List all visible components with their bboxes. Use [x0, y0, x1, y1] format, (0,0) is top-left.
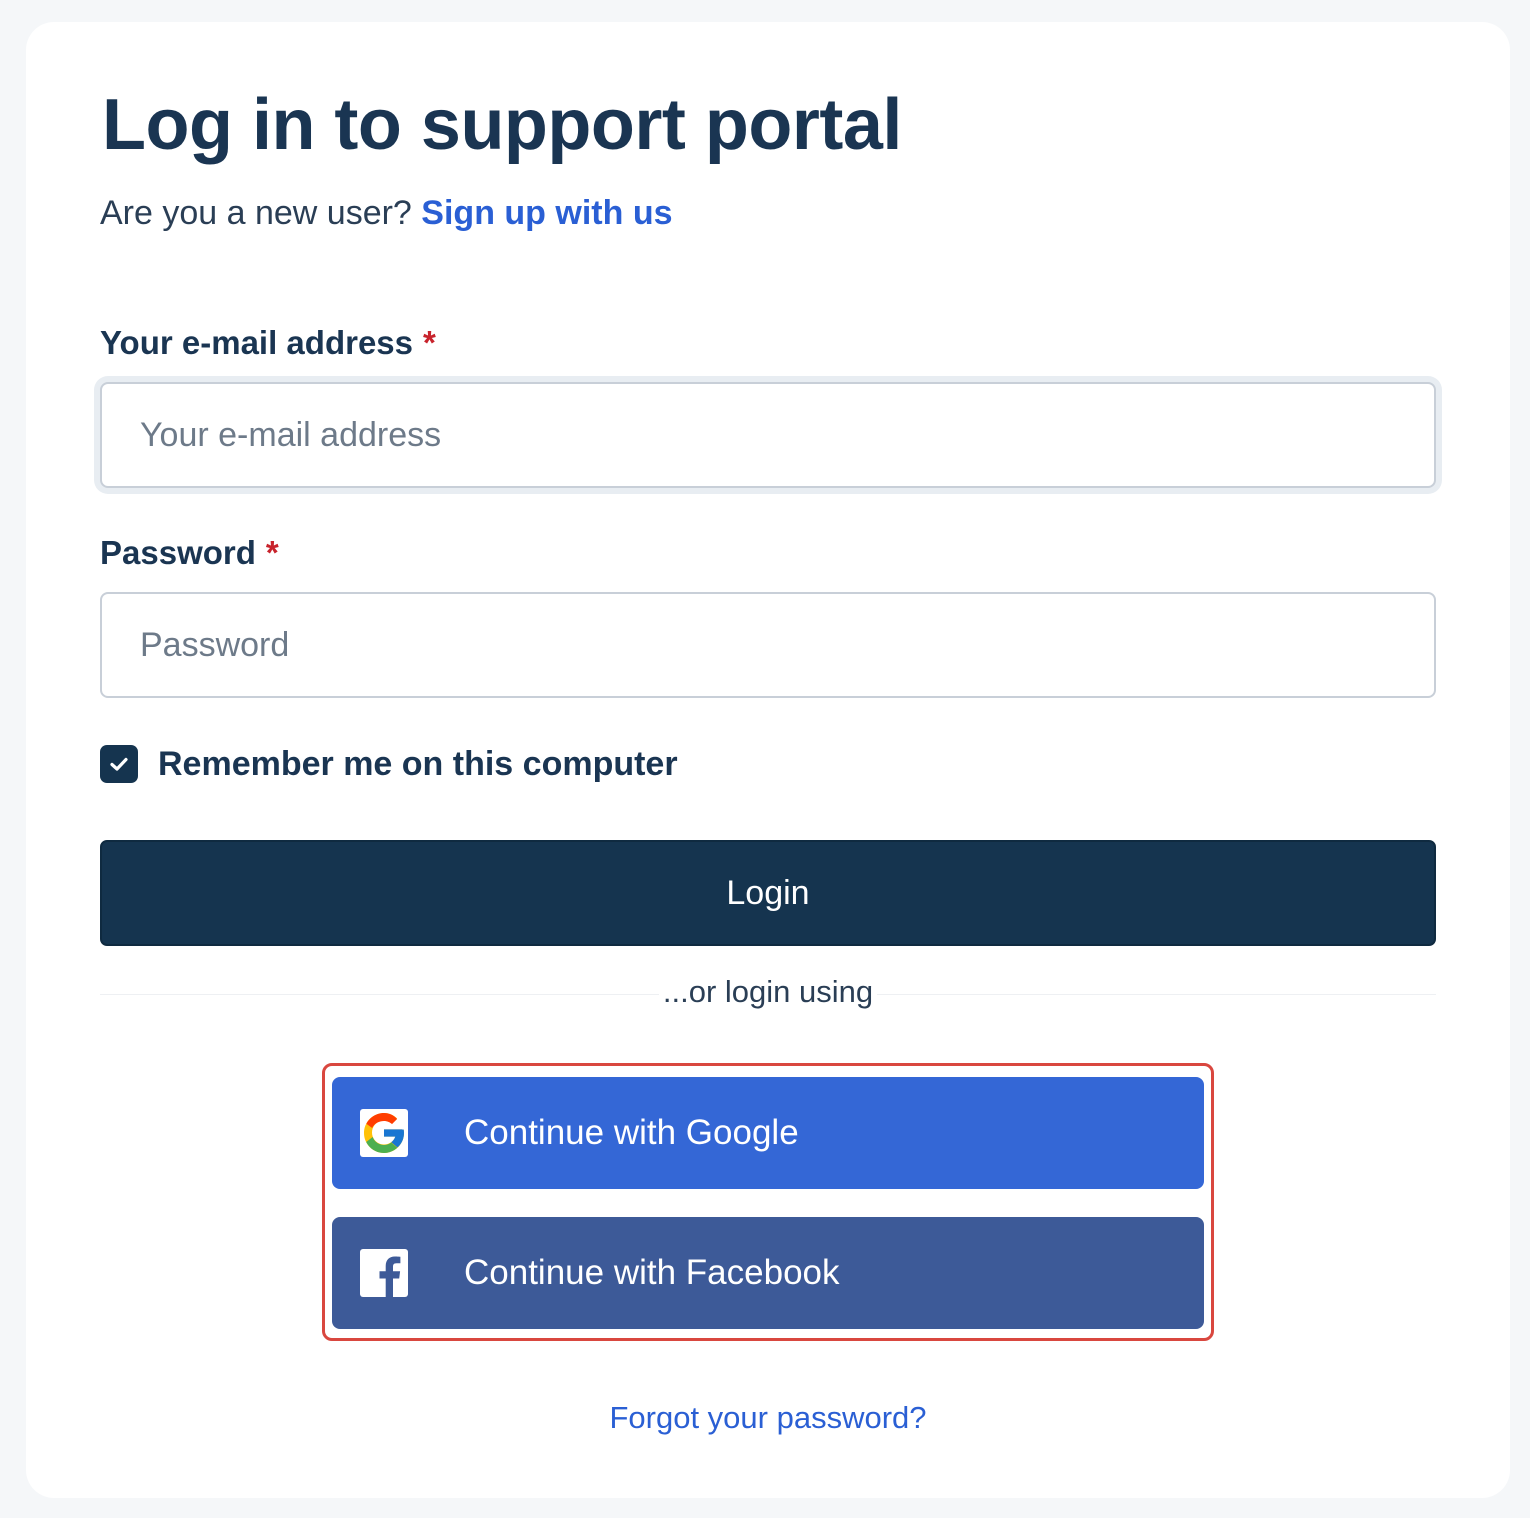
forgot-password-link[interactable]: Forgot your password?	[609, 1400, 926, 1435]
facebook-button-label: Continue with Facebook	[464, 1253, 840, 1292]
facebook-icon	[360, 1249, 408, 1297]
password-required-mark: *	[265, 534, 279, 571]
signup-prompt: Are you a new user? Sign up with us	[100, 194, 673, 233]
google-icon	[360, 1109, 408, 1157]
signup-prompt-text: Are you a new user?	[100, 194, 412, 232]
login-button[interactable]: Login	[100, 840, 1436, 946]
google-button-label: Continue with Google	[464, 1113, 799, 1152]
password-label-text: Password	[100, 534, 256, 571]
social-divider: ...or login using	[26, 974, 1510, 1010]
continue-with-google-button[interactable]: Continue with Google	[332, 1077, 1204, 1189]
email-label: Your e-mail address *	[100, 324, 436, 362]
continue-with-facebook-button[interactable]: Continue with Facebook	[332, 1217, 1204, 1329]
checkbox-checked-icon[interactable]	[100, 745, 138, 783]
remember-me-label: Remember me on this computer	[158, 744, 678, 783]
password-label: Password *	[100, 534, 279, 572]
remember-me-checkbox[interactable]: Remember me on this computer	[100, 744, 678, 784]
email-label-text: Your e-mail address	[100, 324, 414, 361]
signup-link[interactable]: Sign up with us	[421, 194, 672, 232]
email-required-mark: *	[423, 324, 436, 361]
login-card: Log in to support portal Are you a new u…	[26, 22, 1510, 1498]
email-field[interactable]	[100, 382, 1436, 488]
page-title: Log in to support portal	[102, 85, 902, 165]
forgot-password: Forgot your password?	[26, 1400, 1510, 1436]
social-divider-text: ...or login using	[658, 974, 878, 1009]
password-field[interactable]	[100, 592, 1436, 698]
